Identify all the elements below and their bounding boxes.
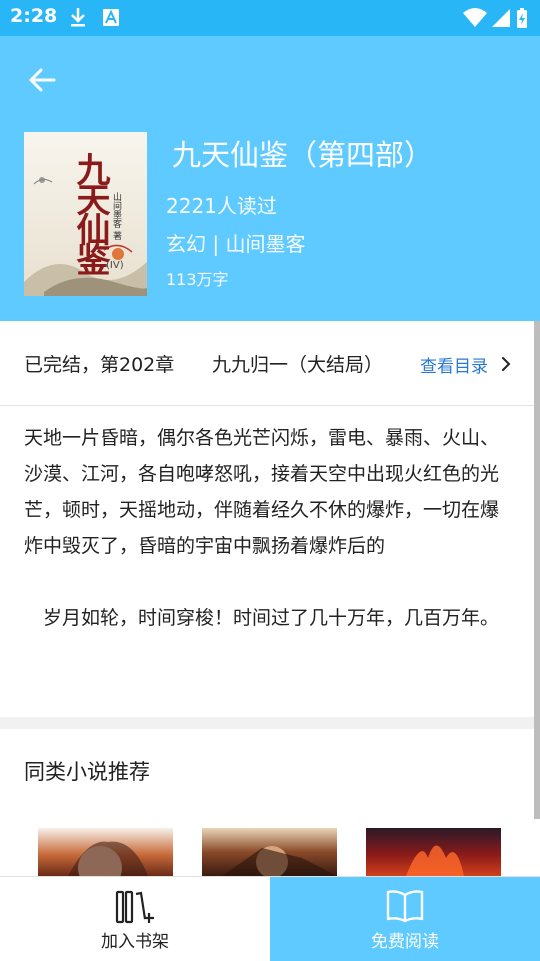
cover-title: 九天仙鉴 [70, 152, 110, 272]
status-right-icons [462, 7, 532, 33]
back-button[interactable] [24, 62, 60, 98]
bottom-action-bar: 加入书架 免费阅读 [0, 876, 540, 961]
status-left-icons [68, 7, 128, 33]
back-arrow-icon [29, 68, 56, 92]
genre-author: 玄幻 | 山间墨客 [166, 232, 306, 256]
book-cover[interactable]: 九天仙鉴 山间墨客 著 (IV) [24, 132, 147, 296]
recommended-book-cover[interactable] [202, 828, 337, 876]
view-toc-link[interactable]: 查看目录 [420, 352, 488, 377]
open-book-icon [386, 890, 424, 923]
recommendations-title: 同类小说推荐 [24, 760, 150, 784]
recommended-book-cover[interactable] [38, 828, 173, 876]
cover-volume: (IV) [106, 260, 124, 271]
cover-author: 山间墨客 著 [111, 192, 121, 240]
synopsis-paragraph: 岁月如轮，时间穿梭！时间过了几十万年，几百万年。 [24, 607, 500, 629]
status-time: 2:28 [10, 5, 58, 27]
free-read-label: 免费阅读 [371, 932, 439, 952]
download-icon [71, 8, 85, 27]
book-header: 九天仙鉴 山间墨客 著 (IV) 九天仙鉴（第四部） 2221人读过 玄幻 | … [0, 36, 540, 321]
word-count: 113万字 [166, 270, 229, 289]
font-icon [103, 9, 119, 26]
section-divider [0, 717, 534, 729]
signal-icon [492, 9, 510, 27]
battery-icon [517, 8, 527, 28]
bookshelf-add-icon [115, 890, 154, 924]
synopsis-paragraph: 天地一片昏暗，偶尔各色光芒闪烁，雷电、暴雨、火山、沙漠、江河，各自咆哮怒吼，接着… [24, 427, 500, 557]
recommended-book-cover[interactable] [366, 828, 501, 876]
free-read-button[interactable]: 免费阅读 [270, 877, 540, 961]
chevron-right-icon [502, 357, 511, 371]
latest-chapter-title: 九九归一（大结局） [212, 354, 384, 376]
readers-count: 2221人读过 [166, 194, 277, 218]
wifi-icon [463, 8, 487, 27]
book-synopsis: 天地一片昏暗，偶尔各色光芒闪烁，雷电、暴雨、火山、沙漠、江河，各自咆哮怒吼，接着… [24, 420, 510, 636]
chapter-status: 已完结，第202章 [24, 354, 175, 376]
scrollbar[interactable] [534, 321, 540, 819]
latest-chapter-row[interactable]: 已完结，第202章 九九归一（大结局） 查看目录 [0, 321, 534, 406]
add-to-shelf-label: 加入书架 [101, 932, 169, 952]
book-title: 九天仙鉴（第四部） [172, 138, 434, 172]
add-to-shelf-button[interactable]: 加入书架 [0, 877, 270, 961]
status-bar: 2:28 [0, 0, 540, 36]
